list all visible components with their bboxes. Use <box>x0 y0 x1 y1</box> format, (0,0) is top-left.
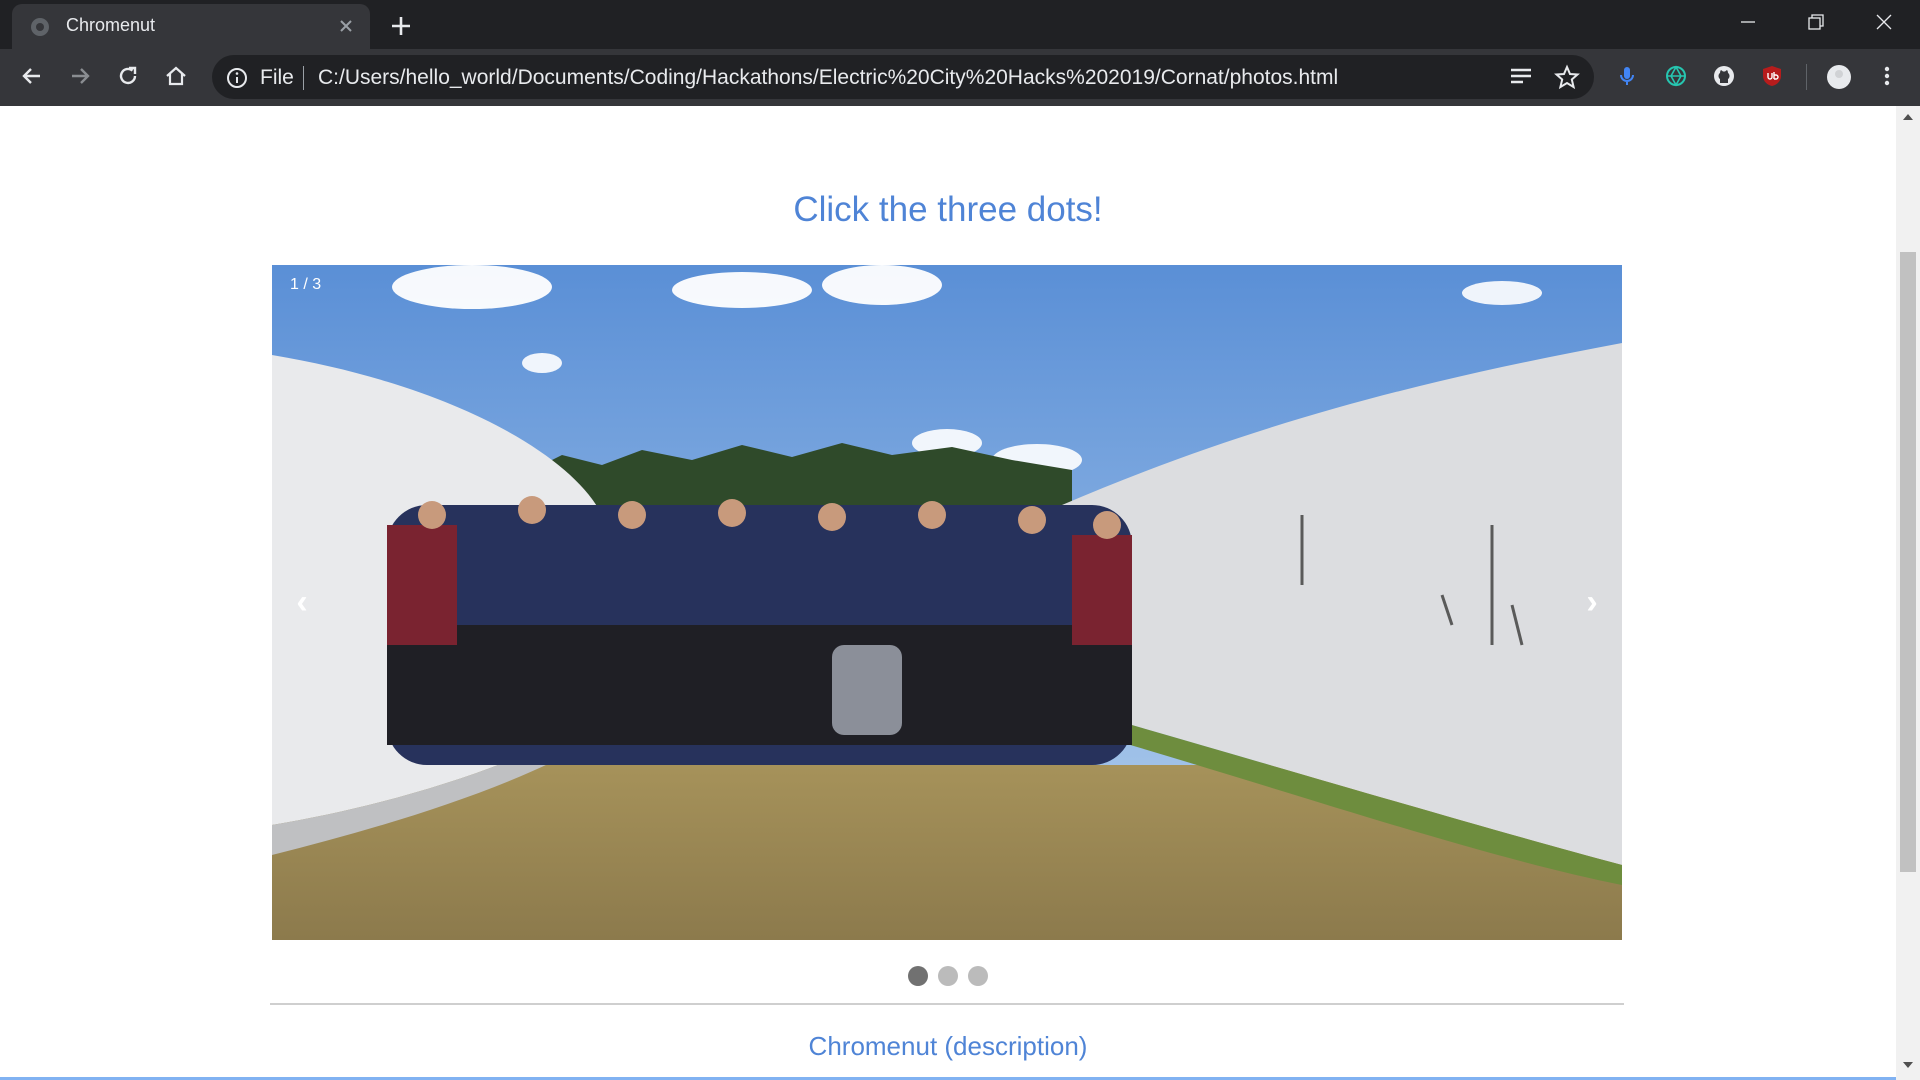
group-photo <box>272 265 1622 940</box>
reading-list-icon[interactable] <box>1508 64 1534 90</box>
tab-title: Chromenut <box>66 15 156 35</box>
restore-button[interactable] <box>1782 0 1850 44</box>
photo-slideshow: 1 / 3 ‹ › <box>272 265 1622 940</box>
back-button[interactable] <box>14 58 50 94</box>
address-separator <box>303 66 304 90</box>
extension-ublock-button[interactable] <box>1757 61 1787 91</box>
back-arrow-icon <box>22 68 40 84</box>
tab-strip: Chromenut <box>0 0 1920 49</box>
slide-dot-2[interactable] <box>938 966 958 986</box>
home-button[interactable] <box>158 58 194 94</box>
page-content: Click the three dots! 1 / 3 ‹ › Chromenu… <box>0 106 1896 1080</box>
extension-github-button[interactable] <box>1709 61 1739 91</box>
menu-button[interactable] <box>1872 61 1902 91</box>
minimize-icon <box>1741 21 1755 23</box>
page-heading: Click the three dots! <box>793 190 1103 229</box>
info-icon[interactable] <box>226 67 248 89</box>
forward-button[interactable] <box>62 58 98 94</box>
next-slide-button[interactable]: › <box>1572 583 1612 622</box>
horizontal-divider <box>270 1003 1624 1005</box>
scroll-down-arrow-icon[interactable] <box>1902 1060 1914 1070</box>
description-link[interactable]: Chromenut (description) <box>0 1031 1896 1062</box>
globe-network-icon <box>1666 65 1686 87</box>
restore-icon <box>1808 14 1824 30</box>
new-tab-icon[interactable] <box>384 9 418 43</box>
github-icon <box>1714 66 1734 86</box>
favicon-icon <box>31 18 49 36</box>
slide-dot-3[interactable] <box>968 966 988 986</box>
close-icon <box>1876 14 1892 30</box>
reload-icon <box>119 66 137 85</box>
address-scheme-label: File <box>260 66 294 89</box>
reload-button[interactable] <box>110 58 146 94</box>
minimize-button[interactable] <box>1714 0 1782 44</box>
toolbar-separator <box>1806 64 1807 90</box>
extension-microphone-button[interactable] <box>1612 61 1642 91</box>
scrollbar-thumb[interactable] <box>1900 252 1916 872</box>
bookmark-star-icon[interactable] <box>1554 64 1580 90</box>
scroll-up-arrow-icon[interactable] <box>1902 112 1914 122</box>
avatar-icon <box>1827 65 1851 89</box>
extension-globe-button[interactable] <box>1661 61 1691 91</box>
ublock-shield-icon <box>1763 66 1781 86</box>
close-tab-icon[interactable] <box>336 16 356 36</box>
more-vert-icon <box>1884 66 1890 86</box>
slide-dots <box>0 966 1896 986</box>
home-icon <box>166 66 186 86</box>
previous-slide-button[interactable]: ‹ <box>282 583 322 622</box>
forward-arrow-icon <box>72 68 90 84</box>
close-window-button[interactable] <box>1850 0 1918 44</box>
url-text[interactable]: C:/Users/hello_world/Documents/Coding/Ha… <box>318 66 1338 90</box>
profile-button[interactable] <box>1823 61 1853 91</box>
browser-tab[interactable]: Chromenut <box>12 4 370 49</box>
slide-counter: 1 / 3 <box>290 276 322 293</box>
address-bar[interactable]: File C:/Users/hello_world/Documents/Codi… <box>212 55 1594 99</box>
microphone-icon <box>1620 67 1634 85</box>
browser-toolbar: File C:/Users/hello_world/Documents/Codi… <box>0 49 1920 106</box>
slide-dot-1[interactable] <box>908 966 928 986</box>
vertical-scrollbar[interactable] <box>1896 106 1920 1080</box>
